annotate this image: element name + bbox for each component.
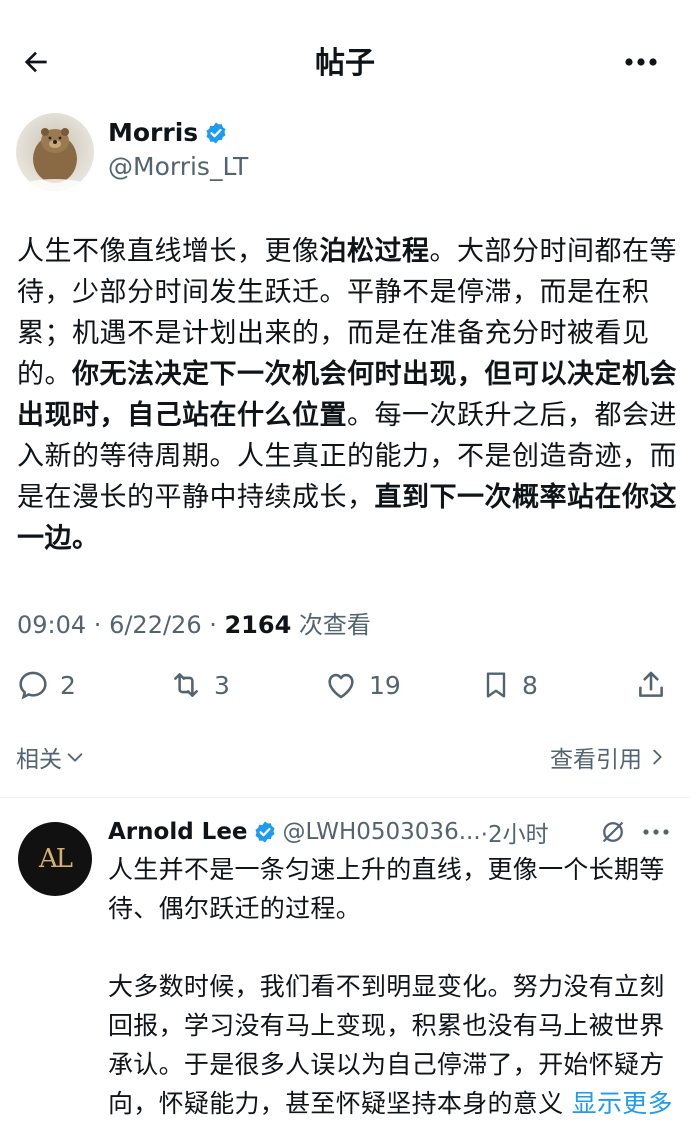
view-quotes-link[interactable]: 查看引用	[550, 740, 668, 774]
reply-button[interactable]: 2	[16, 660, 76, 710]
related-label: 相关	[16, 747, 62, 773]
avatar[interactable]	[16, 113, 94, 191]
more-options-button[interactable]	[616, 40, 666, 84]
reply-header-icons	[598, 817, 672, 847]
author-handle[interactable]: @Morris_LT	[108, 152, 248, 181]
related-toggle[interactable]: 相关	[16, 740, 86, 774]
repost-count: 3	[214, 670, 230, 700]
share-icon	[639, 671, 663, 697]
view-quotes-label: 查看引用	[550, 747, 642, 773]
more-horizontal-icon	[625, 58, 657, 66]
grok-icon[interactable]	[598, 817, 628, 847]
bookmark-icon	[486, 672, 506, 698]
reply-avatar[interactable]: AL	[18, 822, 92, 896]
reply-header: Arnold Lee @LWH0503036... ·2小时	[108, 815, 678, 849]
bookmark-button[interactable]: 8	[480, 660, 538, 710]
post-date: 6/22/26	[109, 611, 202, 639]
chevron-down-icon	[67, 753, 83, 762]
reply-paragraph: 人生并不是一条匀速上升的直线，更像一个长期等待、偶尔跃迁的过程。	[108, 855, 665, 923]
views-label: 次查看	[298, 611, 371, 639]
reply-author-handle[interactable]: @LWH0503036...	[283, 819, 481, 845]
divider	[0, 797, 690, 798]
bear-avatar-image	[25, 128, 85, 191]
reply-icon	[19, 671, 47, 700]
share-button[interactable]	[634, 660, 668, 710]
reply-body: 人生并不是一条匀速上升的直线，更像一个长期等待、偶尔跃迁的过程。 大多数时候，我…	[108, 850, 673, 1123]
bookmark-count: 8	[522, 670, 538, 700]
reply-time: ·2小时	[480, 822, 549, 848]
author-name-row[interactable]: Morris	[108, 118, 228, 147]
post-body: 人生不像直线增长，更像泊松过程。大部分时间都在等待，少部分时间发生跃迁。平静不是…	[17, 231, 677, 559]
reply-paragraph: 大多数时候，我们看不到明显变化。努力没有立刻回报，学习没有马上变现，积累也没有马…	[108, 967, 673, 1123]
post-body-segment: 人生不像直线增长，更像	[17, 236, 320, 267]
repost-icon	[174, 673, 198, 697]
like-button[interactable]: 19	[323, 660, 401, 710]
reply-author-name[interactable]: Arnold Lee	[108, 819, 248, 845]
post-time: 09:04	[17, 611, 87, 639]
verified-badge-icon	[206, 122, 226, 143]
page-title: 帖子	[315, 46, 375, 81]
show-more-link[interactable]: 显示更多	[572, 1089, 673, 1118]
views-count: 2164	[224, 611, 292, 639]
post-meta: 09:04 · 6/22/26 · 2164 次查看	[17, 611, 371, 639]
author-name: Morris	[108, 118, 199, 147]
reply-count: 2	[60, 670, 76, 700]
post-body-bold-segment: 泊松过程	[319, 236, 430, 267]
chevron-right-icon	[653, 749, 662, 765]
action-bar: 2 3 19 8	[0, 660, 690, 710]
more-horizontal-icon[interactable]	[642, 827, 672, 837]
verified-badge-icon	[255, 821, 275, 843]
repost-button[interactable]: 3	[168, 660, 230, 710]
like-count: 19	[369, 670, 401, 700]
heart-icon	[328, 673, 354, 699]
